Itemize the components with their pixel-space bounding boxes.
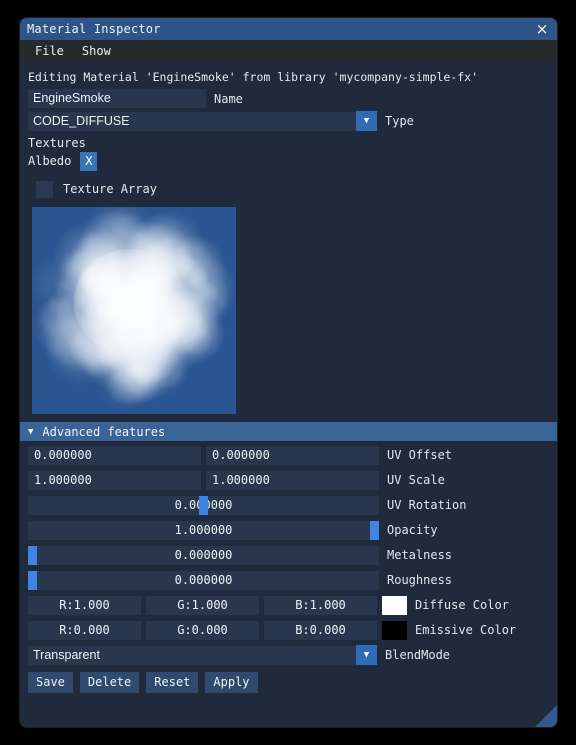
advanced-features-title: Advanced features	[42, 424, 166, 439]
uv-rotation-slider[interactable]: 0.000000	[28, 495, 379, 515]
albedo-clear-button[interactable]: X	[80, 151, 98, 171]
uv-scale-label: UV Scale	[387, 473, 445, 487]
delete-button[interactable]: Delete	[79, 671, 140, 693]
editing-material-line: Editing Material 'EngineSmoke' from libr…	[28, 70, 479, 84]
diffuse-color-b-input[interactable]: B:1.000	[264, 595, 377, 615]
advanced-features-header[interactable]: ▼ Advanced features	[20, 422, 557, 441]
albedo-label: Albedo	[28, 154, 72, 168]
diffuse-color-swatch[interactable]	[382, 595, 407, 615]
blendmode-combo[interactable]: Transparent ▼	[28, 645, 377, 665]
uv-offset-y-input[interactable]: 0.000000	[206, 445, 379, 465]
uv-scale-y-input[interactable]: 1.000000	[206, 470, 379, 490]
material-inspector-window: Material Inspector × File Show Editing M…	[20, 18, 557, 727]
uv-offset-x-input[interactable]: 0.000000	[28, 445, 201, 465]
opacity-value: 1.000000	[174, 522, 233, 537]
roughness-value: 0.000000	[174, 572, 233, 587]
texture-preview-image[interactable]	[32, 207, 236, 414]
type-value[interactable]: CODE_DIFFUSE	[28, 111, 356, 131]
panel-body: Editing Material 'EngineSmoke' from libr…	[20, 62, 557, 727]
metalness-value: 0.000000	[174, 547, 233, 562]
name-row: EngineSmoke Name	[20, 89, 557, 108]
diffuse-color-r-input[interactable]: R:1.000	[28, 595, 141, 615]
emissive-color-b-input[interactable]: B:0.000	[264, 620, 377, 640]
metalness-row: 0.000000 Metalness	[20, 544, 557, 566]
action-buttons-row: Save Delete Reset Apply	[20, 670, 557, 694]
opacity-slider[interactable]: 1.000000	[28, 520, 379, 540]
window-title: Material Inspector	[27, 22, 161, 36]
texture-array-row: Texture Array	[20, 177, 557, 201]
menu-item-show[interactable]: Show	[73, 42, 120, 60]
emissive-color-r-input[interactable]: R:0.000	[28, 620, 141, 640]
smoke-puff	[122, 359, 154, 391]
roughness-label: Roughness	[387, 573, 453, 587]
slider-handle[interactable]	[28, 545, 37, 565]
textures-section-label: Textures	[28, 136, 86, 150]
chevron-down-icon[interactable]: ▼	[356, 111, 377, 131]
blendmode-value[interactable]: Transparent	[28, 645, 356, 665]
emissive-color-label: Emissive Color	[415, 623, 517, 637]
type-combo[interactable]: CODE_DIFFUSE ▼	[28, 111, 377, 131]
diffuse-color-g-input[interactable]: G:1.000	[146, 595, 259, 615]
apply-button[interactable]: Apply	[205, 671, 258, 693]
texture-array-label: Texture Array	[63, 182, 157, 196]
metalness-label: Metalness	[387, 548, 453, 562]
slider-handle[interactable]	[370, 520, 379, 540]
slider-handle[interactable]	[199, 495, 208, 515]
uv-rotation-label: UV Rotation	[387, 498, 467, 512]
metalness-slider[interactable]: 0.000000	[28, 545, 379, 565]
emissive-color-swatch[interactable]	[382, 620, 407, 640]
opacity-label: Opacity	[387, 523, 438, 537]
uv-scale-x-input[interactable]: 1.000000	[28, 470, 201, 490]
save-button[interactable]: Save	[28, 671, 73, 693]
resize-grip[interactable]	[533, 703, 557, 727]
blendmode-label: BlendMode	[385, 648, 451, 662]
texture-array-checkbox[interactable]	[36, 180, 53, 198]
albedo-row: Albedo X	[20, 151, 557, 171]
diffuse-color-row: R:1.000 G:1.000 B:1.000 Diffuse Color	[20, 594, 557, 616]
uv-rotation-row: 0.000000 UV Rotation	[20, 494, 557, 516]
chevron-down-icon[interactable]: ▼	[356, 645, 377, 665]
chevron-down-icon: ▼	[28, 426, 34, 437]
blendmode-row: Transparent ▼ BlendMode	[20, 644, 557, 666]
menu-bar: File Show	[20, 40, 557, 62]
roughness-row: 0.000000 Roughness	[20, 569, 557, 591]
name-input[interactable]: EngineSmoke	[28, 89, 206, 108]
opacity-row: 1.000000 Opacity	[20, 519, 557, 541]
diffuse-color-label: Diffuse Color	[415, 598, 509, 612]
title-bar[interactable]: Material Inspector ×	[20, 18, 557, 40]
type-row: CODE_DIFFUSE ▼ Type	[20, 111, 557, 131]
uv-offset-label: UV Offset	[387, 448, 453, 462]
menu-item-file[interactable]: File	[26, 42, 73, 60]
name-label: Name	[214, 91, 243, 106]
slider-handle[interactable]	[28, 570, 37, 590]
close-icon[interactable]: ×	[533, 20, 551, 38]
emissive-color-row: R:0.000 G:0.000 B:0.000 Emissive Color	[20, 619, 557, 641]
uv-scale-row: 1.000000 1.000000 UV Scale	[20, 469, 557, 491]
type-label: Type	[385, 114, 414, 128]
uv-offset-row: 0.000000 0.000000 UV Offset	[20, 444, 557, 466]
smoke-core	[74, 249, 186, 355]
emissive-color-g-input[interactable]: G:0.000	[146, 620, 259, 640]
roughness-slider[interactable]: 0.000000	[28, 570, 379, 590]
reset-button[interactable]: Reset	[146, 671, 199, 693]
